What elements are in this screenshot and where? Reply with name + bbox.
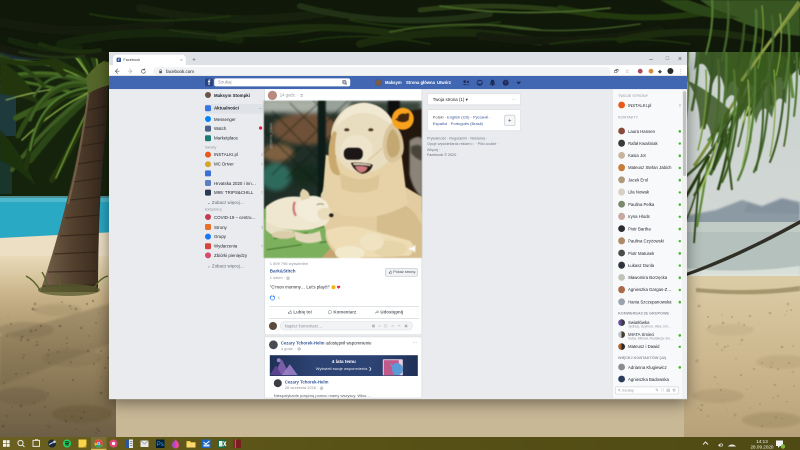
svg-text:@goldens_poland: @goldens_poland (269, 123, 273, 149)
svg-text:14:13: 14:13 (756, 439, 768, 444)
svg-text:28.09.2020: 28.09.2020 (751, 445, 774, 450)
svg-text:Ps: Ps (157, 442, 164, 448)
